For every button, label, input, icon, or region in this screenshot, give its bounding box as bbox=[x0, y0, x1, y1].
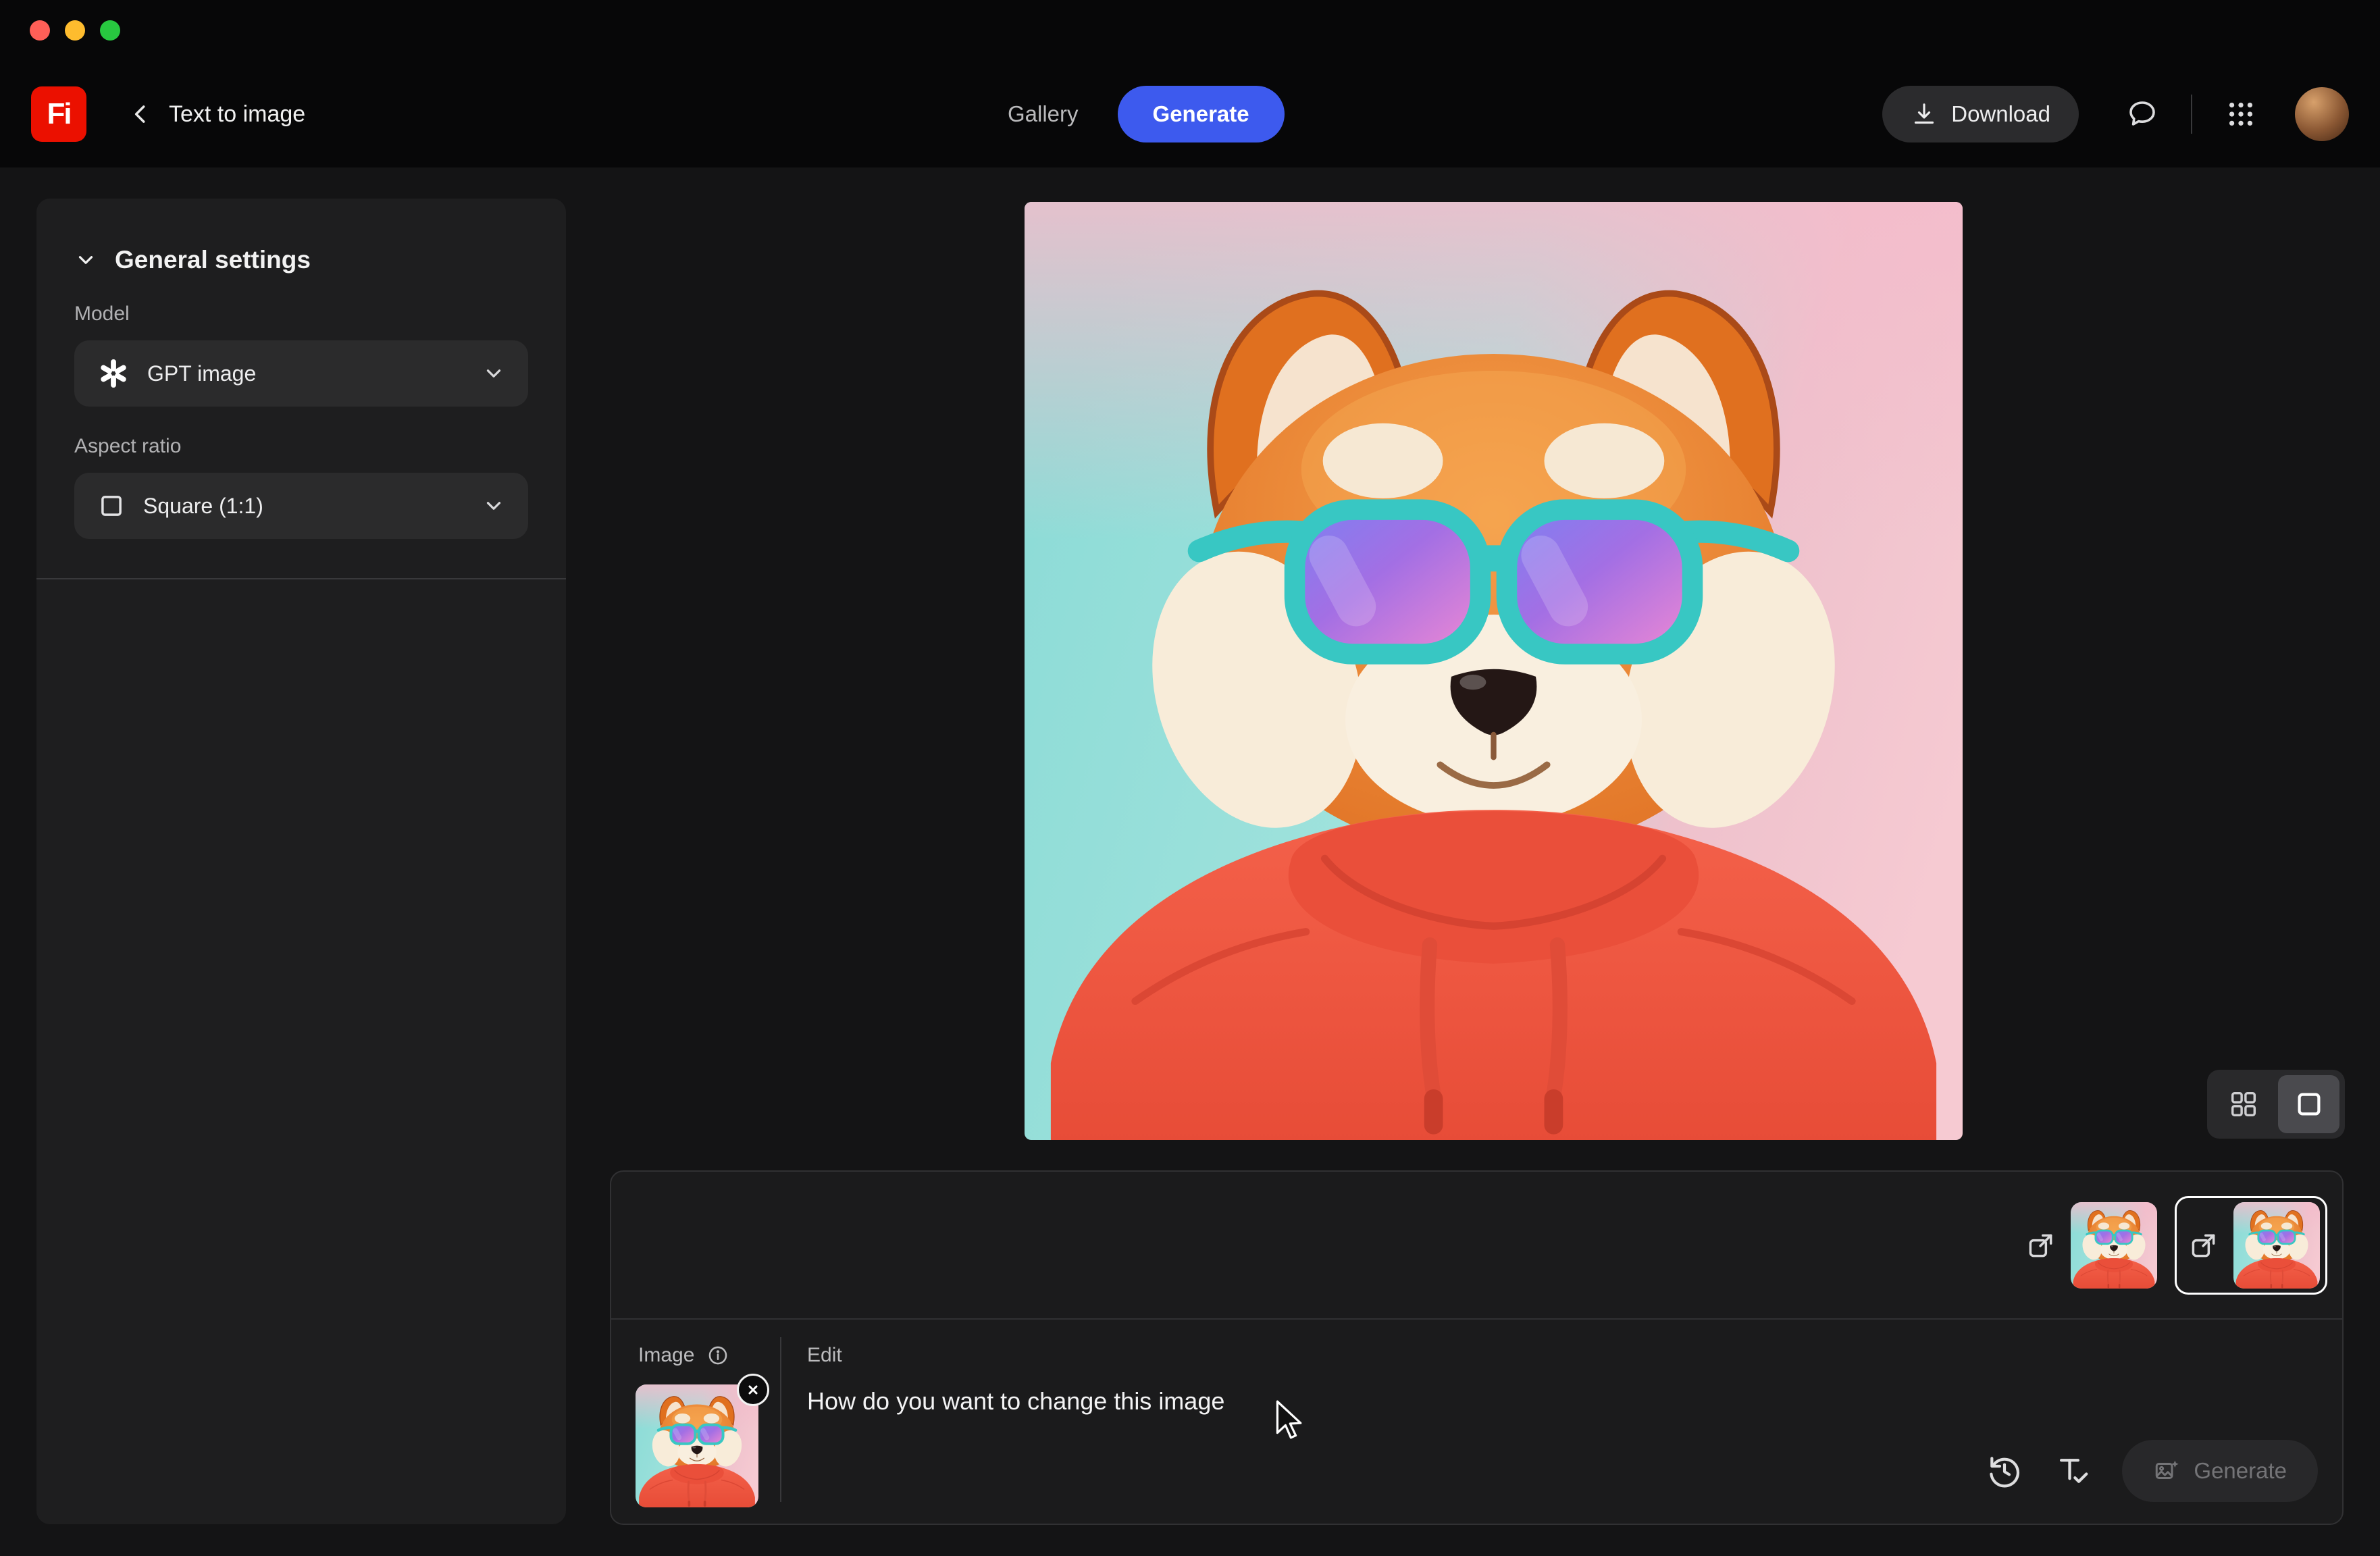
download-label: Download bbox=[1951, 101, 2050, 127]
mode-switcher: Gallery Generate bbox=[1008, 86, 1285, 142]
aspect-ratio-dropdown[interactable]: Square (1:1) bbox=[74, 473, 528, 539]
generation-history-row bbox=[611, 1172, 2342, 1320]
history-icon bbox=[1986, 1452, 2023, 1490]
zoom-window-button[interactable] bbox=[100, 20, 120, 41]
aspect-ratio-label: Aspect ratio bbox=[74, 435, 528, 458]
use-as-reference-button[interactable] bbox=[2019, 1224, 2063, 1267]
history-thumbnail[interactable] bbox=[2071, 1202, 2157, 1289]
model-label: Model bbox=[74, 303, 528, 326]
settings-sidebar: General settings Model GPT image bbox=[36, 199, 566, 1524]
download-icon bbox=[1911, 101, 1938, 128]
general-settings-toggle[interactable]: General settings bbox=[74, 246, 311, 274]
compose-controls: Generate bbox=[1986, 1440, 2318, 1502]
header-actions: Download bbox=[1882, 86, 2349, 142]
generate-tab[interactable]: Generate bbox=[1118, 86, 1285, 142]
page-title: Text to image bbox=[169, 101, 305, 128]
model-value: GPT image bbox=[147, 361, 465, 386]
user-avatar[interactable] bbox=[2295, 87, 2349, 141]
generate-button[interactable]: Generate bbox=[2122, 1440, 2318, 1502]
chevron-down-icon bbox=[74, 249, 97, 271]
feedback-button[interactable] bbox=[2118, 90, 2167, 138]
history-thumbnail[interactable] bbox=[2233, 1202, 2320, 1289]
view-toggle bbox=[2207, 1070, 2345, 1139]
general-settings-label: General settings bbox=[115, 246, 311, 274]
reference-image-wrap bbox=[636, 1384, 758, 1507]
gallery-tab[interactable]: Gallery bbox=[1008, 101, 1079, 127]
compose-divider bbox=[780, 1337, 781, 1502]
grid-view-icon bbox=[2228, 1089, 2259, 1120]
remove-reference-button[interactable] bbox=[737, 1374, 769, 1406]
image-label-row: Image bbox=[638, 1344, 729, 1367]
firefly-logo[interactable]: Fi bbox=[31, 86, 86, 142]
open-in-new-icon bbox=[2189, 1230, 2219, 1260]
download-button[interactable]: Download bbox=[1882, 86, 2079, 142]
single-view-button[interactable] bbox=[2278, 1075, 2339, 1133]
prompt-panel: Image Edit How do you want to change thi… bbox=[610, 1170, 2344, 1525]
history-item bbox=[2019, 1202, 2157, 1289]
chevron-down-icon bbox=[482, 494, 505, 517]
aspect-ratio-value: Square (1:1) bbox=[143, 494, 465, 519]
prompt-input[interactable]: How do you want to change this image bbox=[807, 1387, 2023, 1416]
feedback-icon bbox=[2126, 98, 2158, 130]
apps-button[interactable] bbox=[2217, 90, 2265, 138]
history-button[interactable] bbox=[1986, 1452, 2023, 1490]
minimize-window-button[interactable] bbox=[65, 20, 85, 41]
edit-label: Edit bbox=[807, 1344, 842, 1367]
image-sparkle-icon bbox=[2153, 1457, 2181, 1485]
compose-area: Image Edit How do you want to change thi… bbox=[611, 1320, 2342, 1524]
text-check-icon bbox=[2054, 1453, 2091, 1489]
sidebar-divider bbox=[36, 578, 566, 579]
text-presets-button[interactable] bbox=[2054, 1453, 2091, 1489]
info-button[interactable] bbox=[706, 1344, 729, 1367]
apps-grid-icon bbox=[2225, 99, 2256, 130]
close-icon bbox=[746, 1382, 760, 1397]
back-button[interactable] bbox=[122, 95, 159, 133]
openai-logo-icon bbox=[97, 357, 130, 390]
app-header: Fi Text to image Gallery Generate Downlo… bbox=[0, 61, 2380, 167]
single-view-icon bbox=[2294, 1089, 2325, 1120]
firefly-app: Fi Text to image Gallery Generate Downlo… bbox=[0, 0, 2380, 1556]
chevron-down-icon bbox=[482, 362, 505, 385]
model-dropdown[interactable]: GPT image bbox=[74, 340, 528, 407]
generate-button-label: Generate bbox=[2194, 1458, 2287, 1484]
use-as-reference-button[interactable] bbox=[2182, 1224, 2225, 1267]
generated-image bbox=[1025, 202, 1963, 1140]
window-titlebar bbox=[0, 0, 2380, 61]
open-in-new-icon bbox=[2026, 1230, 2056, 1260]
close-window-button[interactable] bbox=[30, 20, 50, 41]
square-aspect-icon bbox=[97, 492, 126, 520]
chevron-left-icon bbox=[128, 101, 153, 127]
image-label: Image bbox=[638, 1344, 694, 1367]
reference-image-thumbnail[interactable] bbox=[636, 1384, 758, 1507]
history-item-selected bbox=[2175, 1196, 2327, 1295]
info-icon bbox=[706, 1344, 729, 1367]
grid-view-button[interactable] bbox=[2213, 1075, 2274, 1133]
header-divider bbox=[2191, 95, 2192, 134]
